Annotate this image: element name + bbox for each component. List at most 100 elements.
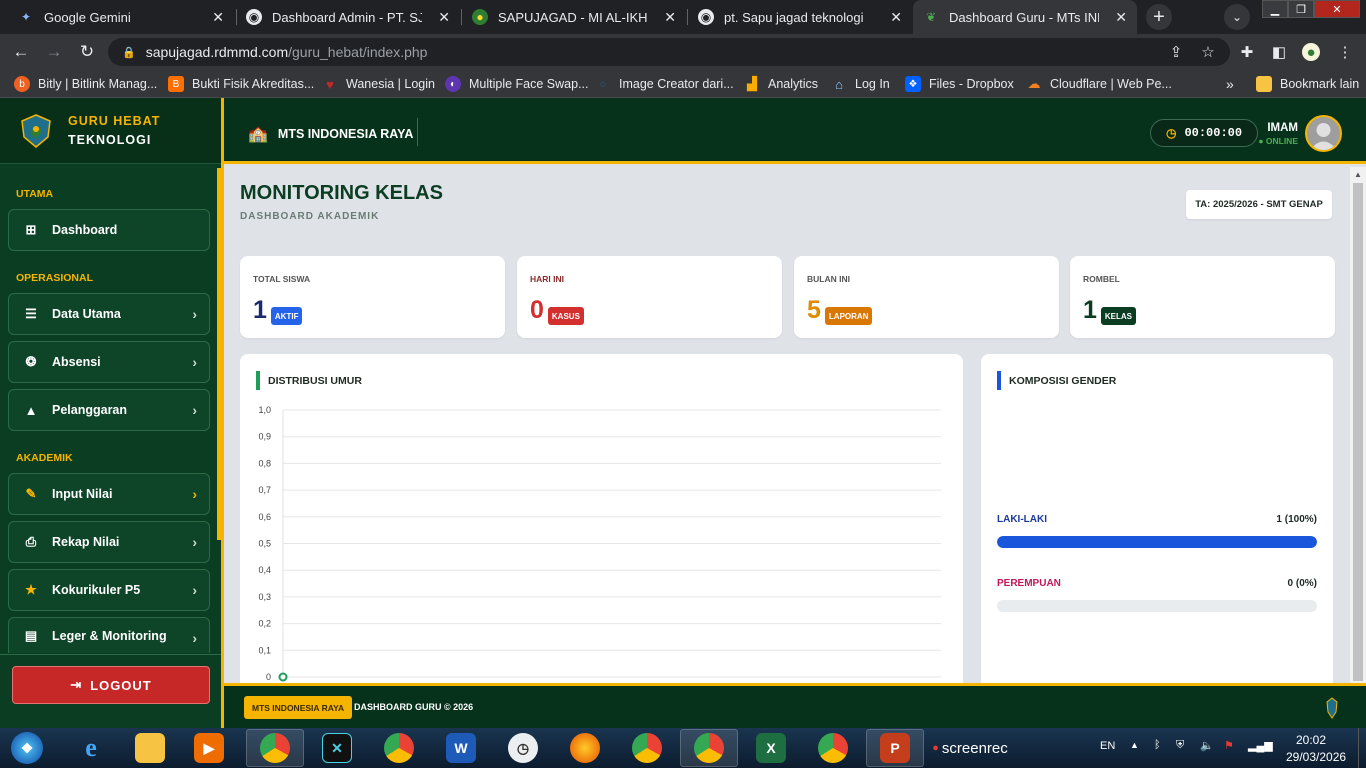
close-tab-icon[interactable]: ✕ <box>1115 9 1127 26</box>
sidebar-item-label: Kokurikuler P5 <box>52 583 141 597</box>
taskbar-word[interactable]: W <box>432 729 490 767</box>
sidebar-item-input-nilai[interactable]: ✎ Input Nilai › <box>8 473 210 515</box>
bookmark-bukti-fisik[interactable]: B Bukti Fisik Akreditas... <box>168 76 314 92</box>
taskbar-chrome-3[interactable] <box>618 729 676 767</box>
clock-date[interactable]: 29/03/2026 <box>1286 750 1346 764</box>
scroll-up-arrow-icon[interactable]: ▲ <box>1354 170 1362 179</box>
address-bar[interactable]: 🔒 sapujagad.rdmmd.com/guru_hebat/index.p… <box>108 38 1230 66</box>
sidebar-item-pelanggaran[interactable]: ▲ Pelanggaran › <box>8 389 210 431</box>
close-tab-icon[interactable]: ✕ <box>438 9 450 26</box>
bookmark-other-folder[interactable]: Bookmark lain <box>1256 76 1359 92</box>
taskbar-media-player[interactable]: ▶ <box>180 729 238 767</box>
action-center-icon[interactable]: ⚑ <box>1224 739 1234 752</box>
scrollbar-thumb[interactable] <box>1353 183 1363 681</box>
tab-sapu-jagad-teknologi[interactable]: ◉ pt. Sapu jagad teknologi ✕ <box>688 0 912 34</box>
globe-icon: ◉ <box>246 9 262 25</box>
close-tab-icon[interactable]: ✕ <box>890 9 902 26</box>
school-name-label: MTS INDONESIA RAYA <box>277 127 414 141</box>
start-button[interactable]: ❖ <box>2 729 52 767</box>
data-point[interactable] <box>278 672 288 682</box>
url-path: /guru_hebat/index.php <box>288 44 428 60</box>
sidebar-item-rekap-nilai[interactable]: ⎙ Rekap Nilai › <box>8 521 210 563</box>
extensions-icon[interactable]: ✚ <box>1238 43 1256 61</box>
menu-icon[interactable]: ⋮ <box>1336 43 1354 61</box>
taskbar-ie[interactable]: e <box>62 729 120 767</box>
taskbar-kinemaster[interactable]: ✕ <box>308 729 366 767</box>
bookmark-image-creator[interactable]: ◌ Image Creator dari... <box>595 76 734 92</box>
sidebar-item-data-utama[interactable]: ☰ Data Utama › <box>8 293 210 335</box>
tab-sapujagad[interactable]: ● SAPUJAGAD - MI AL-IKHLAS B ✕ <box>462 0 686 34</box>
maximize-button[interactable]: ❐ <box>1288 0 1314 18</box>
sidebar-item-kokurikuler[interactable]: ★ Kokurikuler P5 › <box>8 569 210 611</box>
bookmark-face-swap[interactable]: ◐ Multiple Face Swap... <box>445 76 589 92</box>
chevron-right-icon: › <box>192 354 197 370</box>
database-icon: ☰ <box>25 306 37 321</box>
new-tab-button[interactable]: + <box>1146 4 1172 30</box>
sidebar-item-dashboard[interactable]: ⊞ Dashboard <box>8 209 210 251</box>
bookmark-bitly[interactable]: b Bitly | Bitlink Manag... <box>14 76 157 92</box>
minimize-button[interactable]: ▁ <box>1262 0 1288 18</box>
session-timer: ◷ 00:00:00 <box>1150 119 1258 147</box>
taskbar-clock[interactable]: ◷ <box>494 729 552 767</box>
sidebar-item-label: Dashboard <box>52 223 118 237</box>
volume-icon[interactable]: 🔈 <box>1200 739 1214 752</box>
forward-button[interactable]: → <box>43 41 65 63</box>
bookmark-cloudflare[interactable]: ☁ Cloudflare | Web Pe... <box>1026 76 1172 92</box>
antivirus-icon[interactable]: ⛨ <box>1176 739 1184 752</box>
bookmark-analytics[interactable]: ▟ Analytics <box>744 76 818 92</box>
gender-composition-panel: KOMPOSISI GENDER LAKI-LAKI 1 (100%) PERE… <box>981 354 1333 683</box>
taskbar-screenrec[interactable]: ● screenrec <box>924 729 1016 767</box>
sidebar-item-label: Absensi <box>52 355 101 369</box>
chrome-icon <box>384 733 414 763</box>
y-tick-label: 0,3 <box>258 592 271 602</box>
dropbox-icon: ❖ <box>905 76 921 92</box>
taskbar-explorer[interactable] <box>121 729 179 767</box>
stat-label: HARI INI <box>530 274 564 284</box>
show-desktop-button[interactable] <box>1358 728 1366 768</box>
side-panel-icon[interactable]: ◧ <box>1270 43 1288 61</box>
bookmark-wanesia[interactable]: ♥ Wanesia | Login <box>322 76 435 92</box>
clock-time[interactable]: 20:02 <box>1296 733 1326 747</box>
taskbar-chrome-5[interactable] <box>804 729 862 767</box>
tab-dashboard-guru[interactable]: ❦ Dashboard Guru - MTs INDON ✕ <box>913 0 1137 34</box>
close-tab-icon[interactable]: ✕ <box>212 9 224 26</box>
tab-dashboard-admin[interactable]: ◉ Dashboard Admin - PT. SJT ✕ <box>236 0 460 34</box>
bookmark-star-icon[interactable]: ☆ <box>1199 43 1217 61</box>
brand[interactable]: GURU HEBAT TEKNOLOGI <box>0 98 221 164</box>
bluetooth-icon[interactable]: ᛒ <box>1154 739 1161 751</box>
taskbar-excel[interactable]: X <box>742 729 800 767</box>
tab-google-gemini[interactable]: ✦ Google Gemini ✕ <box>8 0 234 34</box>
cloudflare-icon: ☁ <box>1027 76 1041 91</box>
taskbar-chrome-4[interactable] <box>680 729 738 767</box>
sidebar-scrollbar[interactable] <box>217 168 221 540</box>
firefox-icon <box>570 733 600 763</box>
brand-line-1: GURU HEBAT <box>68 114 161 128</box>
url-host: sapujagad.rdmmd.com <box>145 44 289 60</box>
taskbar-chrome-2[interactable] <box>370 729 428 767</box>
taskbar-chrome-1[interactable] <box>246 729 304 767</box>
user-name: IMAM <box>1267 122 1298 134</box>
bookmark-log-in[interactable]: ⌂ Log In <box>831 76 890 92</box>
avatar[interactable] <box>1305 115 1342 152</box>
taskbar-powerpoint[interactable]: P <box>866 729 924 767</box>
reload-button[interactable]: ↻ <box>76 41 98 63</box>
tab-search-button[interactable]: ⌄ <box>1224 4 1250 30</box>
network-signal-icon[interactable]: ▂▄▆ <box>1248 739 1273 752</box>
language-indicator[interactable]: EN <box>1100 740 1115 752</box>
sidebar-item-absensi[interactable]: ❂ Absensi › <box>8 341 210 383</box>
show-hidden-icons-icon[interactable]: ▲ <box>1130 740 1139 750</box>
fingerprint-icon: ❂ <box>25 354 37 369</box>
more-bookmarks-icon[interactable]: » <box>1226 76 1234 92</box>
logout-button[interactable]: ⇥ LOGOUT <box>12 666 210 704</box>
tab-label: Dashboard Admin - PT. SJT <box>272 9 422 25</box>
gender-label-male: LAKI-LAKI <box>997 514 1047 525</box>
sidebar-item-leger[interactable]: ▤ Leger & Monitoring › <box>8 617 210 653</box>
share-icon[interactable]: ⇪ <box>1167 43 1185 61</box>
taskbar-firefox[interactable] <box>556 729 614 767</box>
close-tab-icon[interactable]: ✕ <box>664 9 676 26</box>
bookmark-dropbox[interactable]: ❖ Files - Dropbox <box>905 76 1014 92</box>
back-button[interactable]: ← <box>10 41 32 63</box>
profile-icon[interactable]: ● <box>1302 43 1320 61</box>
page-scrollbar[interactable]: ▲ <box>1350 167 1366 683</box>
close-window-button[interactable]: ✕ <box>1314 0 1360 18</box>
